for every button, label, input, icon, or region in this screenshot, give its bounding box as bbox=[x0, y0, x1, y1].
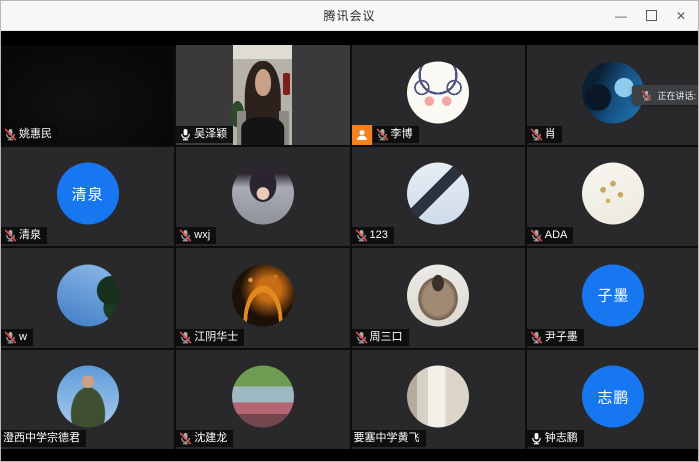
participant-name: 李博 bbox=[391, 128, 413, 141]
mic-muted-icon bbox=[179, 331, 192, 344]
participant-name-label: ADA bbox=[527, 227, 574, 244]
maximize-button[interactable] bbox=[636, 1, 666, 30]
meeting-window: 腾讯会议 — ✕ 姚惠民吴泽颖李博肖清泉清泉wxj123ADAw江阴华士周三口子… bbox=[0, 0, 699, 462]
participant-tile[interactable]: 周三口 bbox=[352, 248, 525, 348]
meeting-stage: 姚惠民吴泽颖李博肖清泉清泉wxj123ADAw江阴华士周三口子墨尹子墨澄西中学宗… bbox=[1, 31, 698, 461]
speaking-indicator: 正在讲话: bbox=[632, 85, 698, 105]
participant-name: 姚惠民 bbox=[19, 128, 52, 141]
initials-avatar: 清泉 bbox=[57, 163, 119, 225]
participant-name: 吴泽颖 bbox=[194, 128, 227, 141]
participant-name: 要塞中学黄飞 bbox=[354, 432, 420, 445]
participant-name-label: 澄西中学宗德君 bbox=[1, 430, 86, 447]
mic-muted-icon bbox=[179, 229, 192, 242]
avatar bbox=[407, 61, 469, 123]
participant-video bbox=[233, 45, 292, 145]
participant-tile[interactable]: 姚惠民 bbox=[1, 45, 174, 145]
participant-tile[interactable]: 要塞中学黄飞 bbox=[352, 350, 525, 450]
participant-name: 沈建龙 bbox=[194, 432, 227, 445]
mic-muted-icon bbox=[179, 432, 192, 445]
participant-tile[interactable]: 吴泽颖 bbox=[176, 45, 349, 145]
initials-avatar: 子墨 bbox=[582, 264, 644, 326]
participant-name: 周三口 bbox=[370, 331, 403, 344]
window-controls: — ✕ bbox=[606, 1, 696, 30]
participant-name-label: 李博 bbox=[373, 126, 419, 143]
participant-name: 澄西中学宗德君 bbox=[3, 432, 80, 445]
participant-name-label: 要塞中学黄飞 bbox=[352, 430, 426, 447]
participant-name-label: wxj bbox=[176, 227, 216, 244]
participant-tile[interactable]: 江阴华士 bbox=[176, 248, 349, 348]
participant-tile[interactable]: 子墨尹子墨 bbox=[527, 248, 699, 348]
mic-muted-icon bbox=[4, 229, 17, 242]
participant-tile[interactable]: 清泉清泉 bbox=[1, 147, 174, 247]
avatar bbox=[232, 163, 294, 225]
speaking-indicator-label: 正在讲话: bbox=[657, 89, 696, 102]
participant-name-label: 123 bbox=[352, 227, 394, 244]
participant-name-label: 周三口 bbox=[352, 329, 409, 346]
participant-tile[interactable]: w bbox=[1, 248, 174, 348]
close-button[interactable]: ✕ bbox=[666, 1, 696, 30]
avatar bbox=[407, 264, 469, 326]
minimize-button[interactable]: — bbox=[606, 1, 636, 30]
participant-name-label: 清泉 bbox=[1, 227, 47, 244]
participant-name-label: 沈建龙 bbox=[176, 430, 233, 447]
mic-on-icon bbox=[179, 128, 192, 141]
initials-avatar: 志鹏 bbox=[582, 366, 644, 428]
participant-name: 钟志鹏 bbox=[545, 432, 578, 445]
participant-grid: 姚惠民吴泽颖李博肖清泉清泉wxj123ADAw江阴华士周三口子墨尹子墨澄西中学宗… bbox=[1, 45, 699, 449]
mic-muted-icon bbox=[641, 90, 652, 101]
mic-muted-icon bbox=[355, 229, 368, 242]
participant-tile[interactable]: 李博 bbox=[352, 45, 525, 145]
participant-tile[interactable]: 澄西中学宗德君 bbox=[1, 350, 174, 450]
participant-name: 123 bbox=[370, 229, 388, 242]
participant-name-label: 姚惠民 bbox=[1, 126, 58, 143]
participant-tile[interactable]: 志鹏钟志鹏 bbox=[527, 350, 699, 450]
avatar bbox=[57, 366, 119, 428]
mic-muted-icon bbox=[530, 229, 543, 242]
avatar bbox=[57, 264, 119, 326]
participant-name-label: 尹子墨 bbox=[527, 329, 584, 346]
participant-name: 尹子墨 bbox=[545, 331, 578, 344]
avatar bbox=[232, 264, 294, 326]
participant-name: 江阴华士 bbox=[194, 331, 238, 344]
mic-muted-icon bbox=[355, 331, 368, 344]
participant-name: 清泉 bbox=[19, 229, 41, 242]
mic-muted-icon bbox=[376, 128, 389, 141]
participant-name-label: w bbox=[1, 329, 33, 346]
participant-tile[interactable]: 沈建龙 bbox=[176, 350, 349, 450]
window-title: 腾讯会议 bbox=[1, 7, 698, 24]
avatar bbox=[407, 366, 469, 428]
maximize-icon bbox=[646, 10, 657, 21]
mic-muted-icon bbox=[4, 128, 17, 141]
participant-tile[interactable]: ADA bbox=[527, 147, 699, 247]
participant-name-label: 钟志鹏 bbox=[527, 430, 584, 447]
participant-tile[interactable]: 123 bbox=[352, 147, 525, 247]
host-badge-icon bbox=[352, 125, 372, 145]
mic-muted-icon bbox=[4, 331, 17, 344]
participant-name: ADA bbox=[545, 229, 568, 242]
participant-name-label: 肖 bbox=[527, 126, 562, 143]
participant-name: w bbox=[19, 331, 27, 344]
participant-tile[interactable]: wxj bbox=[176, 147, 349, 247]
participant-name-label: 吴泽颖 bbox=[176, 126, 233, 143]
participant-name-label: 江阴华士 bbox=[176, 329, 244, 346]
video-pillarbox bbox=[292, 45, 349, 145]
titlebar: 腾讯会议 — ✕ bbox=[1, 1, 698, 31]
mic-on-icon bbox=[530, 432, 543, 445]
avatar bbox=[232, 366, 294, 428]
avatar bbox=[407, 163, 469, 225]
participant-name: wxj bbox=[194, 229, 210, 242]
participant-name: 肖 bbox=[545, 128, 556, 141]
mic-muted-icon bbox=[530, 331, 543, 344]
avatar bbox=[582, 163, 644, 225]
mic-muted-icon bbox=[530, 128, 543, 141]
